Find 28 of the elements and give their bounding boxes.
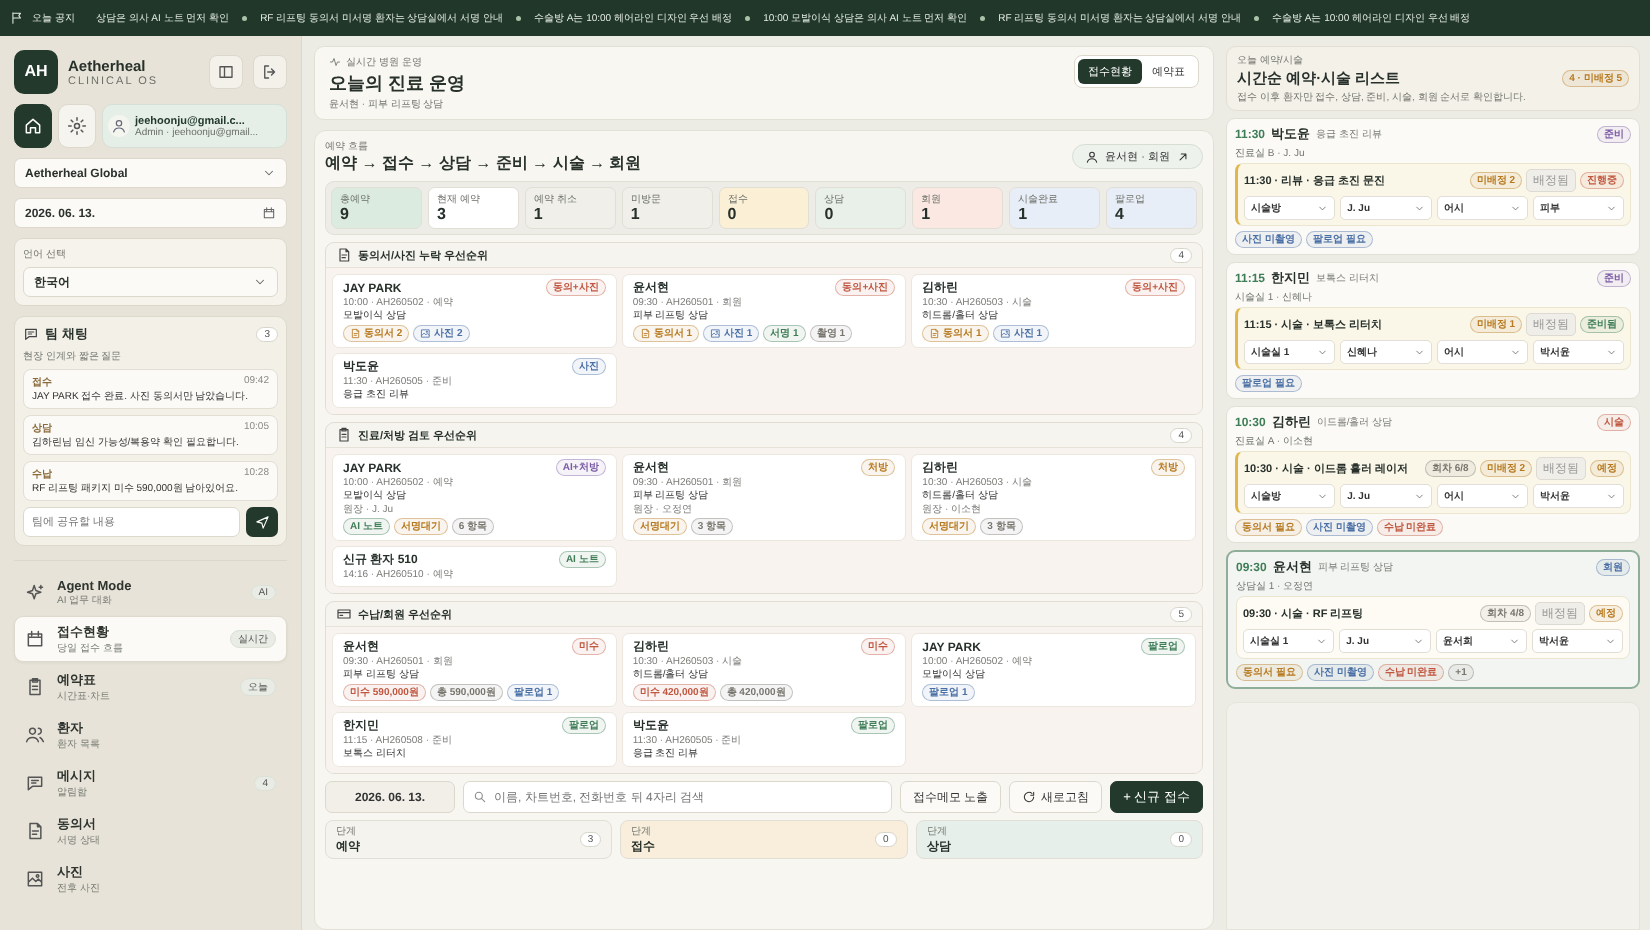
sidebar-toggle-button[interactable] (209, 55, 243, 89)
chat-icon (25, 773, 45, 793)
image-icon (25, 869, 45, 889)
home-button[interactable] (14, 104, 52, 148)
stat-value: 4 (1115, 206, 1126, 224)
people-icon (25, 725, 45, 745)
home-icon (23, 116, 43, 136)
logout-button[interactable] (253, 55, 287, 89)
stat-value: 1 (630, 206, 642, 224)
clipboard-icon (25, 677, 45, 697)
stat-value: 3 (436, 206, 448, 224)
page-title: 오늘의 진료 운영 (329, 71, 465, 95)
stat-value: 9 (340, 206, 351, 224)
logout-icon (261, 63, 279, 81)
document-icon (25, 821, 45, 841)
flow-title: 예약 → 접수 → 상담 → 준비 → 시술 → 회원 (325, 153, 642, 174)
stat-value: 0 (727, 206, 739, 224)
sparkle-icon (25, 582, 45, 603)
logo-mark: AH (14, 50, 58, 94)
calendar-icon (25, 629, 45, 649)
stat-value: 0 (824, 206, 836, 224)
stat-value: 1 (921, 206, 933, 224)
stat-value: 1 (533, 206, 545, 224)
send-button[interactable] (246, 507, 278, 537)
panel-icon (217, 63, 235, 81)
settings-button[interactable] (58, 104, 96, 148)
settings-icon (67, 116, 87, 136)
stat-value: 1 (1018, 206, 1030, 224)
